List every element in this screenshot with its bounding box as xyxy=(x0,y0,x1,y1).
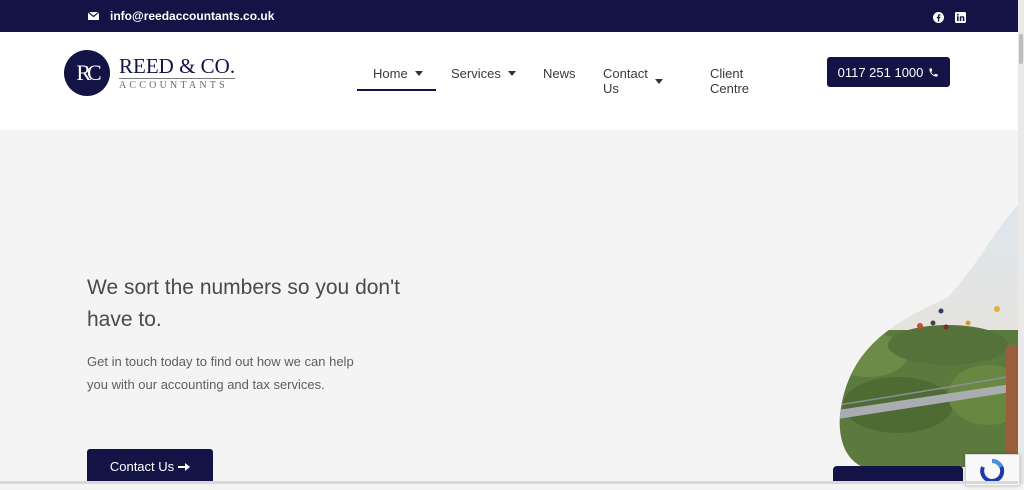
nav-label-news: News xyxy=(543,66,576,81)
phone-button[interactable]: 0117 251 1000 xyxy=(827,57,950,87)
nav-item-contact-us[interactable]: Contact Us xyxy=(603,66,663,96)
hero-title: We sort the numbers so you don't have to… xyxy=(87,276,400,331)
phone-icon xyxy=(929,67,939,77)
arrow-right-icon xyxy=(178,459,191,474)
logo-subtitle: ACCOUNTANTS xyxy=(119,78,236,91)
contact-us-button[interactable]: Contact Us xyxy=(87,449,213,484)
site-logo[interactable]: RC REED & CO. ACCOUNTANTS xyxy=(64,50,236,96)
scrollbar-thumb[interactable] xyxy=(1019,34,1023,64)
phone-number: 0117 251 1000 xyxy=(837,64,924,80)
active-nav-indicator xyxy=(357,89,436,91)
caret-down-icon xyxy=(414,71,423,76)
nav-item-news[interactable]: News xyxy=(543,66,576,81)
email-link[interactable]: info@reedaccountants.co.uk xyxy=(88,9,274,23)
nav-item-services[interactable]: Services xyxy=(451,66,516,81)
nav-label-contact-us: Contact Us xyxy=(603,66,648,96)
page-scrollbar[interactable] xyxy=(1018,0,1024,484)
hero-image xyxy=(838,205,1019,472)
caret-down-icon xyxy=(507,71,516,76)
nav-label-services: Services xyxy=(451,66,501,81)
logo-brand: REED & CO. xyxy=(119,54,236,78)
site-header: RC REED & CO. ACCOUNTANTS Home Services … xyxy=(0,32,1018,130)
facebook-icon[interactable] xyxy=(933,10,944,28)
nav-item-home[interactable]: Home xyxy=(373,66,423,81)
cta-label: Contact Us xyxy=(109,459,175,474)
caret-down-icon xyxy=(654,78,663,84)
top-bar: info@reedaccountants.co.uk xyxy=(0,0,1018,32)
logo-monogram: RC xyxy=(64,50,110,96)
envelope-icon xyxy=(88,12,99,20)
linkedin-icon[interactable] xyxy=(955,10,966,28)
nav-label-home: Home xyxy=(373,66,408,81)
logo-text: REED & CO. ACCOUNTANTS xyxy=(119,54,236,91)
nav-item-client-centre[interactable]: Client Centre xyxy=(710,66,749,96)
email-text: info@reedaccountants.co.uk xyxy=(110,9,275,23)
hero-text: Get in touch today to find out how we ca… xyxy=(87,354,354,392)
nav-label-client-centre: Client Centre xyxy=(710,66,750,96)
